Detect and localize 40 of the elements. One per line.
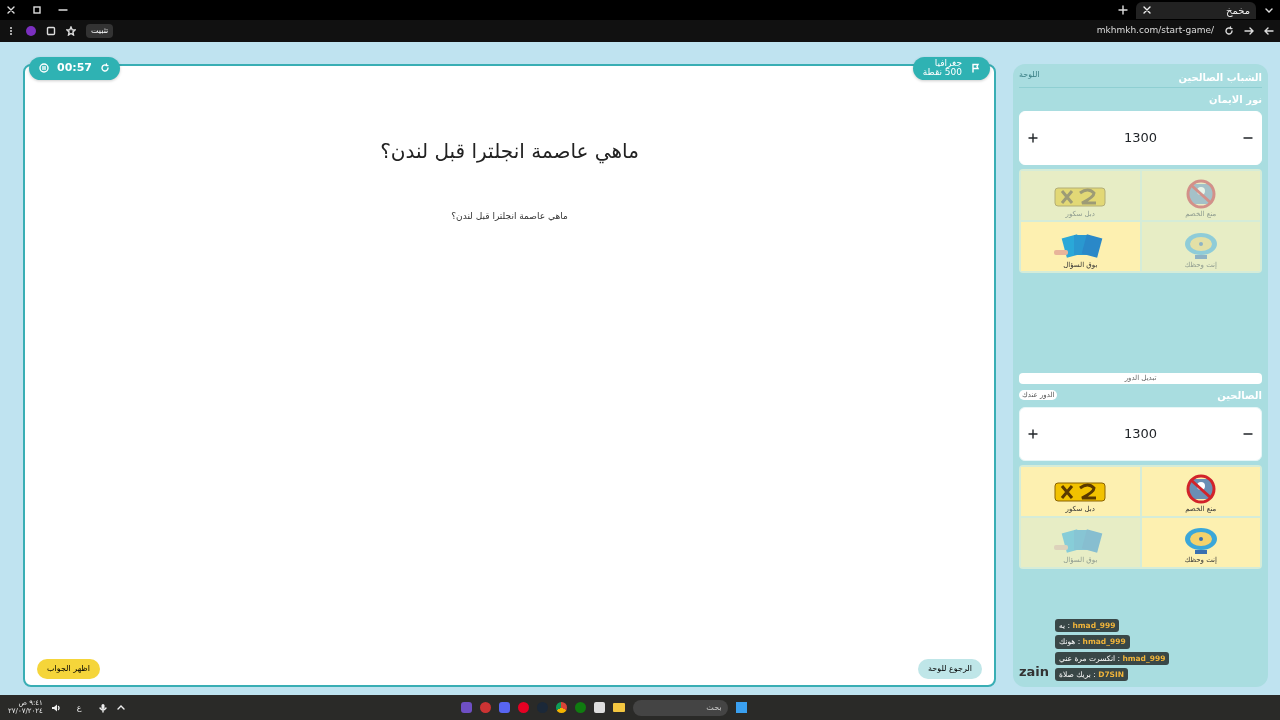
microphone-icon[interactable] (97, 702, 108, 713)
flag-icon (970, 63, 980, 74)
forward-icon[interactable] (1244, 26, 1254, 36)
browser-tab[interactable]: مخمخ (1136, 1, 1256, 19)
team-score: 1300 (1123, 129, 1158, 148)
volume-icon[interactable] (50, 702, 61, 713)
team-name: نور الايمان (1209, 93, 1262, 107)
question-text: ماهي عاصمة انجلترا قبل لندن؟ (380, 138, 639, 166)
profile-icon[interactable] (26, 26, 36, 36)
points-value: 500 نقطة (922, 68, 962, 78)
restore-window-icon[interactable] (32, 5, 42, 15)
timer-text: 00:57 (57, 60, 92, 76)
reset-icon[interactable] (100, 63, 110, 74)
panel-title: الشباب الصالحين (1178, 71, 1262, 85)
address-bar-url[interactable]: mkhmkh.com/start-game/ (1096, 24, 1214, 38)
broken-image-alt-text: ماهي عاصمة انجلترا قبل لندن؟ (451, 210, 568, 223)
back-icon[interactable] (1264, 26, 1274, 36)
reload-icon[interactable] (1224, 26, 1234, 36)
overlay-logo: zain (1019, 662, 1050, 681)
back-to-board-button[interactable]: الرجوع للوحة (918, 659, 982, 679)
start-icon[interactable] (735, 702, 747, 713)
tab-title: مخمخ (1225, 3, 1250, 18)
pause-icon[interactable] (39, 63, 49, 74)
team-score: 1300 (1123, 424, 1158, 443)
close-tab-icon[interactable] (1142, 5, 1152, 15)
increase-score-icon[interactable] (1028, 133, 1038, 143)
show-answer-button[interactable]: اظهر الجواب (37, 659, 100, 679)
taskbar-search-field[interactable]: بحث (632, 699, 728, 716)
bookmark-star-icon[interactable] (66, 26, 76, 36)
language-indicator[interactable]: ع (76, 701, 82, 714)
extensions-icon[interactable] (46, 26, 56, 36)
pin-button[interactable]: تثبيت (86, 24, 114, 38)
browser-icon[interactable] (555, 702, 567, 713)
app-icon[interactable] (593, 702, 605, 713)
increase-score-icon[interactable] (1028, 428, 1038, 439)
new-tab-icon[interactable] (1118, 5, 1128, 15)
team-name: الصالحين (1217, 388, 1262, 403)
close-window-icon[interactable] (6, 5, 16, 15)
category-name: جغرافيا (933, 59, 962, 68)
folder-icon[interactable] (612, 703, 625, 712)
